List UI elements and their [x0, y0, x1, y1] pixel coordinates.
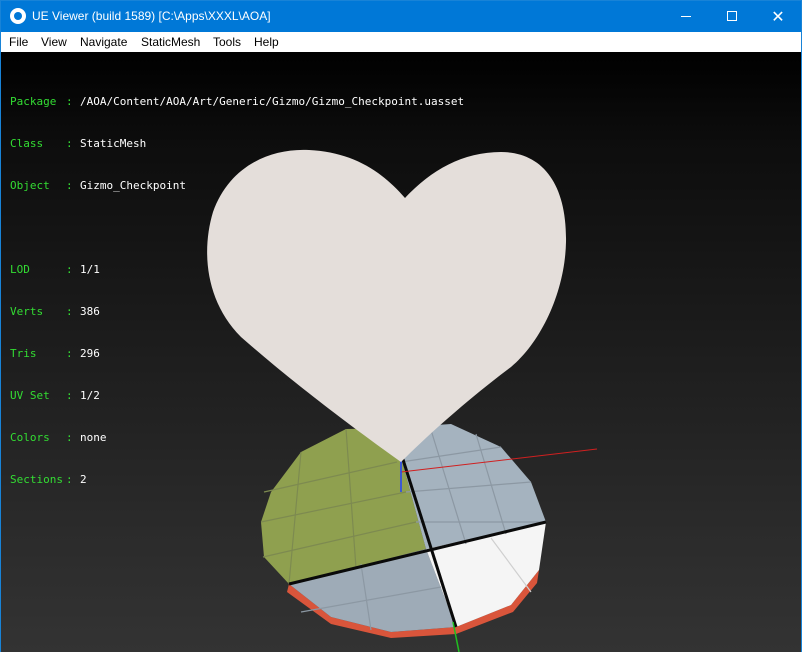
app-window: UE Viewer (build 1589) [C:\Apps\XXXL\AOA… [0, 0, 802, 652]
menu-staticmesh[interactable]: StaticMesh [141, 32, 200, 52]
info-value-tris: 296 [80, 347, 100, 360]
info-value-verts: 386 [80, 305, 100, 318]
info-label-lod: LOD [10, 263, 30, 276]
info-row-package: Package: /AOA/Content/AOA/Art/Generic/Giz… [10, 95, 464, 109]
info-separator: : [66, 179, 73, 192]
info-separator: : [66, 95, 73, 108]
info-label-verts: Verts [10, 305, 44, 318]
info-value-class: StaticMesh [80, 137, 147, 150]
info-separator: : [66, 389, 73, 402]
close-icon: ✕ [771, 7, 785, 26]
info-value-object: Gizmo_Checkpoint [80, 179, 186, 192]
info-row-colors: Colors: none [10, 431, 464, 445]
app-logo-icon [10, 8, 26, 24]
info-label-uvset: UV Set [10, 389, 50, 402]
window-title: UE Viewer (build 1589) [C:\Apps\XXXL\AOA… [32, 9, 271, 23]
info-separator: : [66, 137, 73, 150]
info-label-class: Class [10, 137, 44, 150]
info-separator: : [66, 473, 73, 486]
3d-viewport[interactable]: Package: /AOA/Content/AOA/Art/Generic/Giz… [1, 52, 801, 652]
info-value-lod: 1/1 [80, 263, 100, 276]
info-separator: : [66, 347, 73, 360]
info-value-package: /AOA/Content/AOA/Art/Generic/Gizmo/Gizmo… [80, 95, 465, 108]
info-value-sections: 2 [80, 473, 87, 486]
info-row-uvset: UV Set:1/2 [10, 389, 464, 403]
info-value-uvset: 1/2 [80, 389, 100, 402]
menu-bar: File View Navigate StaticMesh Tools Help [1, 32, 801, 52]
info-label-package: Package [10, 95, 57, 108]
menu-view[interactable]: View [41, 32, 67, 52]
menu-navigate[interactable]: Navigate [80, 32, 127, 52]
maximize-icon [727, 11, 737, 21]
menu-file[interactable]: File [9, 32, 28, 52]
info-label-tris: Tris [10, 347, 37, 360]
minimize-button[interactable] [663, 1, 709, 32]
info-label-object: Object [10, 179, 50, 192]
info-row-verts: Verts:386 [10, 305, 464, 319]
info-row-class: Class: StaticMesh [10, 137, 464, 151]
info-row-object: Object: Gizmo_Checkpoint [10, 179, 464, 193]
info-label-colors: Colors [10, 431, 50, 444]
mesh-info-overlay: Package: /AOA/Content/AOA/Art/Generic/Giz… [10, 67, 464, 515]
close-button[interactable]: ✕ [755, 1, 801, 32]
info-separator: : [66, 263, 73, 276]
info-row-sections: Sections:2 [10, 473, 464, 487]
info-separator: : [66, 305, 73, 318]
menu-help[interactable]: Help [254, 32, 279, 52]
info-separator: : [66, 431, 73, 444]
maximize-button[interactable] [709, 1, 755, 32]
info-row-lod: LOD:1/1 [10, 263, 464, 277]
info-label-sections: Sections [10, 473, 63, 486]
title-bar[interactable]: UE Viewer (build 1589) [C:\Apps\XXXL\AOA… [1, 1, 801, 32]
info-value-colors: none [80, 431, 107, 444]
info-row-tris: Tris:296 [10, 347, 464, 361]
menu-tools[interactable]: Tools [213, 32, 241, 52]
minimize-icon [681, 16, 691, 17]
